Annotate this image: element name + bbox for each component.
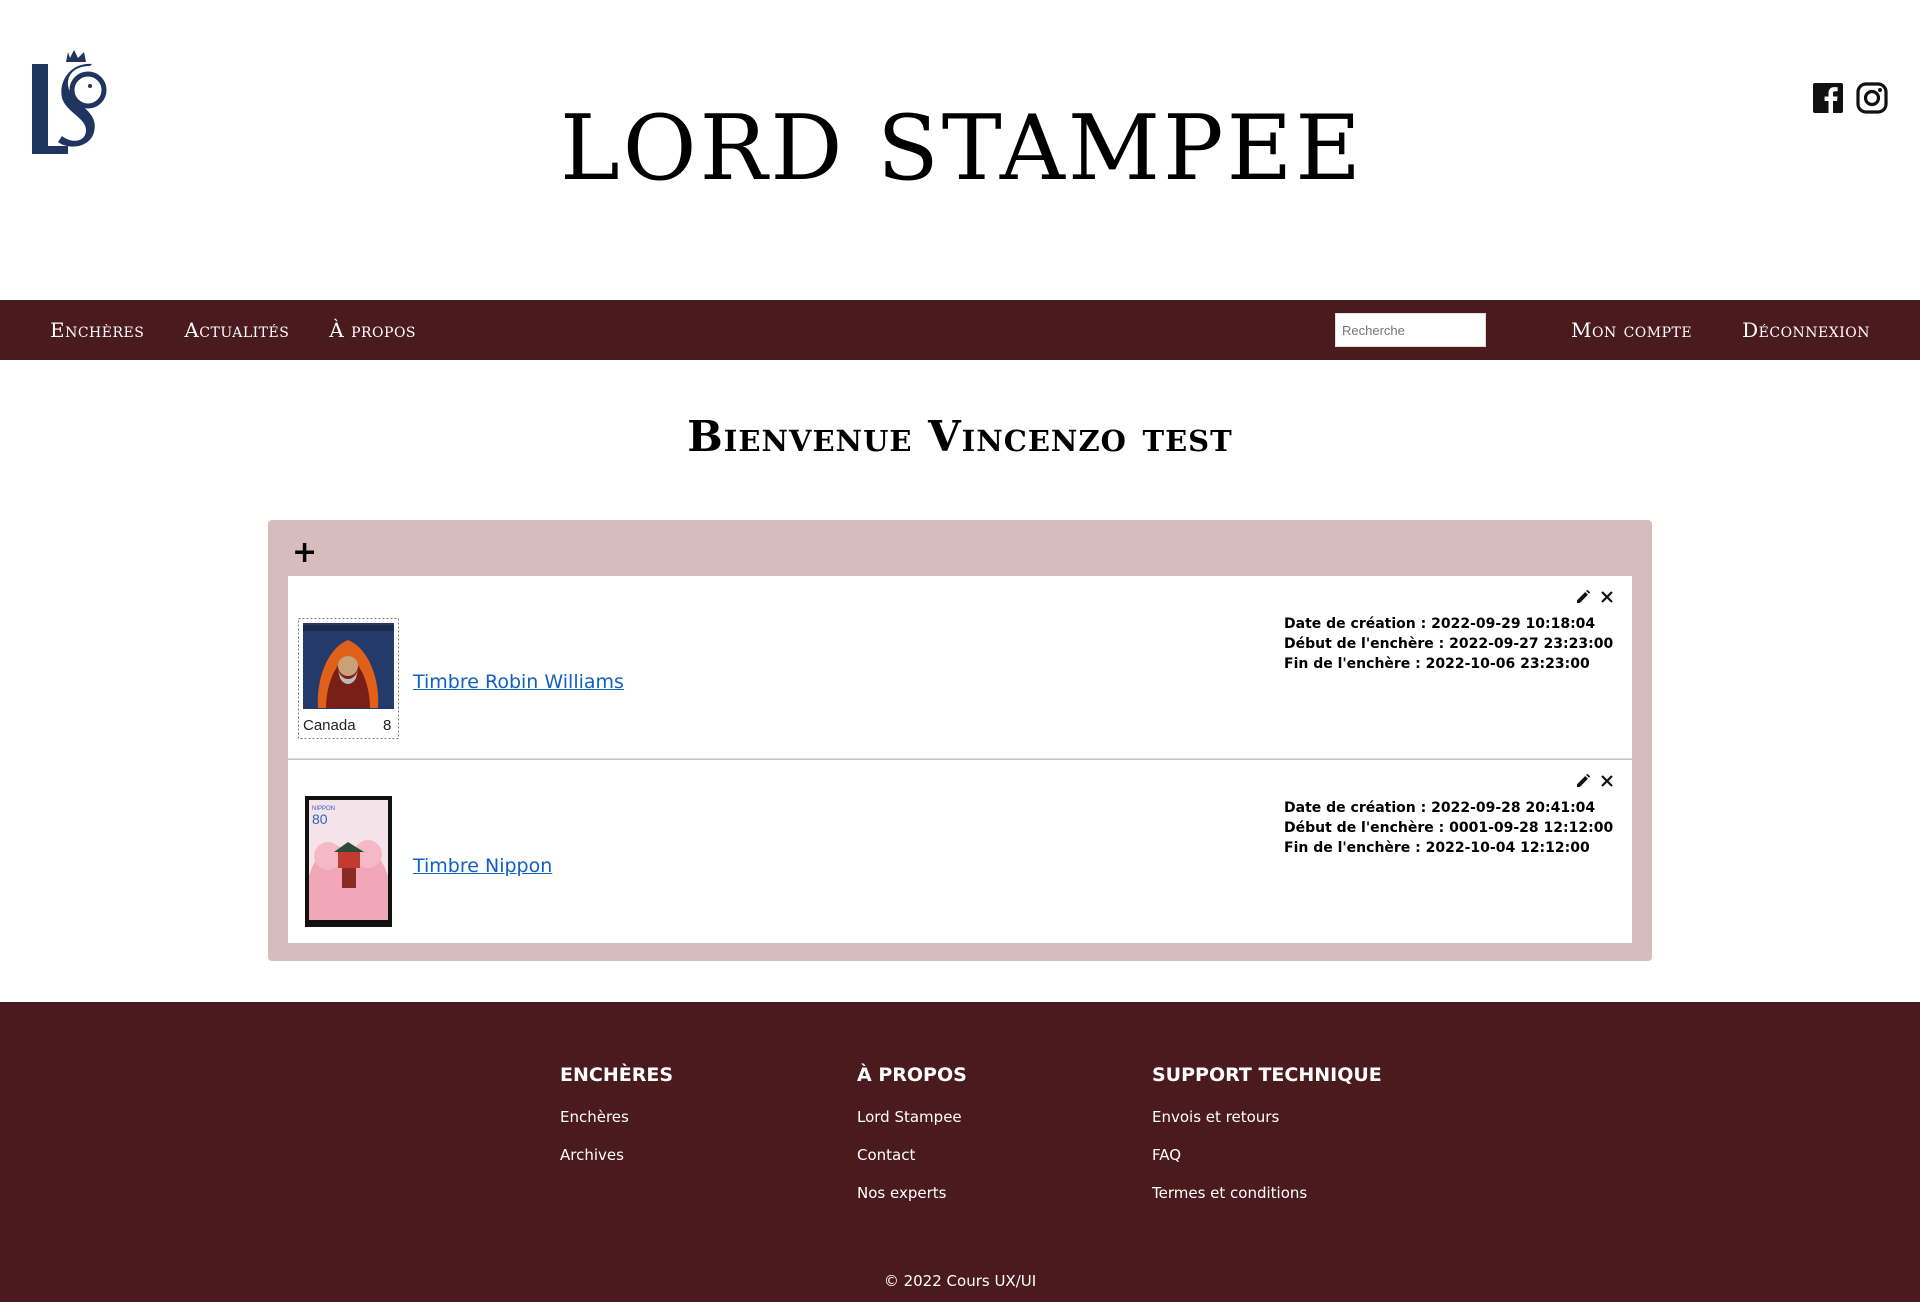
stamp-image: Canada 8 [298, 618, 399, 739]
footer-link-encheres[interactable]: Enchères [560, 1108, 673, 1126]
nav-item-actualites[interactable]: Actualités [184, 318, 289, 342]
facebook-icon[interactable] [1812, 82, 1844, 114]
auction-dates: Date de création : 2022-09-28 20:41:04 D… [1284, 798, 1613, 858]
my-account-link[interactable]: Mon compte [1571, 318, 1692, 342]
nav-left: Enchères Actualités À propos [50, 300, 416, 360]
social-links [1812, 82, 1888, 114]
instagram-icon[interactable] [1856, 82, 1888, 114]
footer-column-encheres: ENCHÈRES Enchères Archives [560, 1064, 673, 1184]
auction-start-date: Début de l'enchère : 0001-09-28 12:12:00 [1284, 820, 1614, 836]
footer-column-a-propos: À PROPOS Lord Stampee Contact Nos expert… [857, 1064, 967, 1222]
nav-item-a-propos[interactable]: À propos [329, 318, 416, 342]
site-header: LORD STAMPEE [0, 0, 1920, 300]
main-nav: Enchères Actualités À propos Mon compte … [0, 300, 1920, 360]
auction-dates: Date de création : 2022-09-29 10:18:04 D… [1284, 614, 1613, 674]
footer-link-contact[interactable]: Contact [857, 1146, 967, 1164]
copyright: © 2022 Cours UX/UI [883, 1272, 1037, 1290]
site-title: LORD STAMPEE [560, 96, 1364, 201]
add-auction-button[interactable]: + [292, 538, 317, 568]
auction-title-link[interactable]: Timbre Robin Williams [413, 671, 624, 693]
footer-link-envois-retours[interactable]: Envois et retours [1152, 1108, 1382, 1126]
item-actions [1576, 773, 1614, 788]
footer-link-archives[interactable]: Archives [560, 1146, 673, 1164]
delete-close-icon[interactable] [1600, 590, 1614, 604]
creation-date: Date de création : 2022-09-29 10:18:04 [1284, 616, 1596, 632]
footer-link-nos-experts[interactable]: Nos experts [857, 1184, 967, 1202]
auction-title-link[interactable]: Timbre Nippon [413, 855, 552, 877]
creation-date: Date de création : 2022-09-28 20:41:04 [1284, 800, 1596, 816]
auction-item: Canada 8 Timbre Robin Williams Date de c… [288, 576, 1632, 759]
auction-start-date: Début de l'enchère : 2022-09-27 23:23:00 [1284, 636, 1614, 652]
delete-close-icon[interactable] [1600, 774, 1614, 788]
footer-link-lord-stampee[interactable]: Lord Stampee [857, 1108, 967, 1126]
stamp-image: NIPPON 80 [298, 796, 399, 927]
welcome-heading: Bienvenue Vincenzo test [687, 412, 1233, 461]
nav-right: Mon compte Déconnexion [1571, 300, 1870, 360]
auctions-panel: + Canada 8 Timbre Robin Williams Date de… [268, 520, 1652, 961]
search-input[interactable] [1335, 313, 1486, 347]
logout-link[interactable]: Déconnexion [1742, 318, 1870, 342]
nav-item-encheres[interactable]: Enchères [50, 318, 144, 342]
footer-heading: À PROPOS [857, 1064, 967, 1086]
edit-pencil-icon[interactable] [1576, 589, 1591, 604]
footer-heading: ENCHÈRES [560, 1064, 673, 1086]
footer-link-termes[interactable]: Termes et conditions [1152, 1184, 1382, 1202]
stamp-value: 80 [312, 811, 328, 827]
item-actions [1576, 589, 1614, 604]
footer-link-faq[interactable]: FAQ [1152, 1146, 1382, 1164]
auction-end-date: Fin de l'enchère : 2022-10-06 23:23:00 [1284, 656, 1590, 672]
auction-item: NIPPON 80 Timbre Nippon Date de création… [288, 760, 1632, 943]
stamp-value: 8 [383, 717, 391, 734]
footer-heading: SUPPORT TECHNIQUE [1152, 1064, 1382, 1086]
site-footer: ENCHÈRES Enchères Archives À PROPOS Lord… [0, 1002, 1920, 1302]
auction-end-date: Fin de l'enchère : 2022-10-04 12:12:00 [1284, 840, 1590, 856]
stamp-country: Canada [303, 717, 356, 734]
footer-column-support: SUPPORT TECHNIQUE Envois et retours FAQ … [1152, 1064, 1382, 1222]
edit-pencil-icon[interactable] [1576, 773, 1591, 788]
